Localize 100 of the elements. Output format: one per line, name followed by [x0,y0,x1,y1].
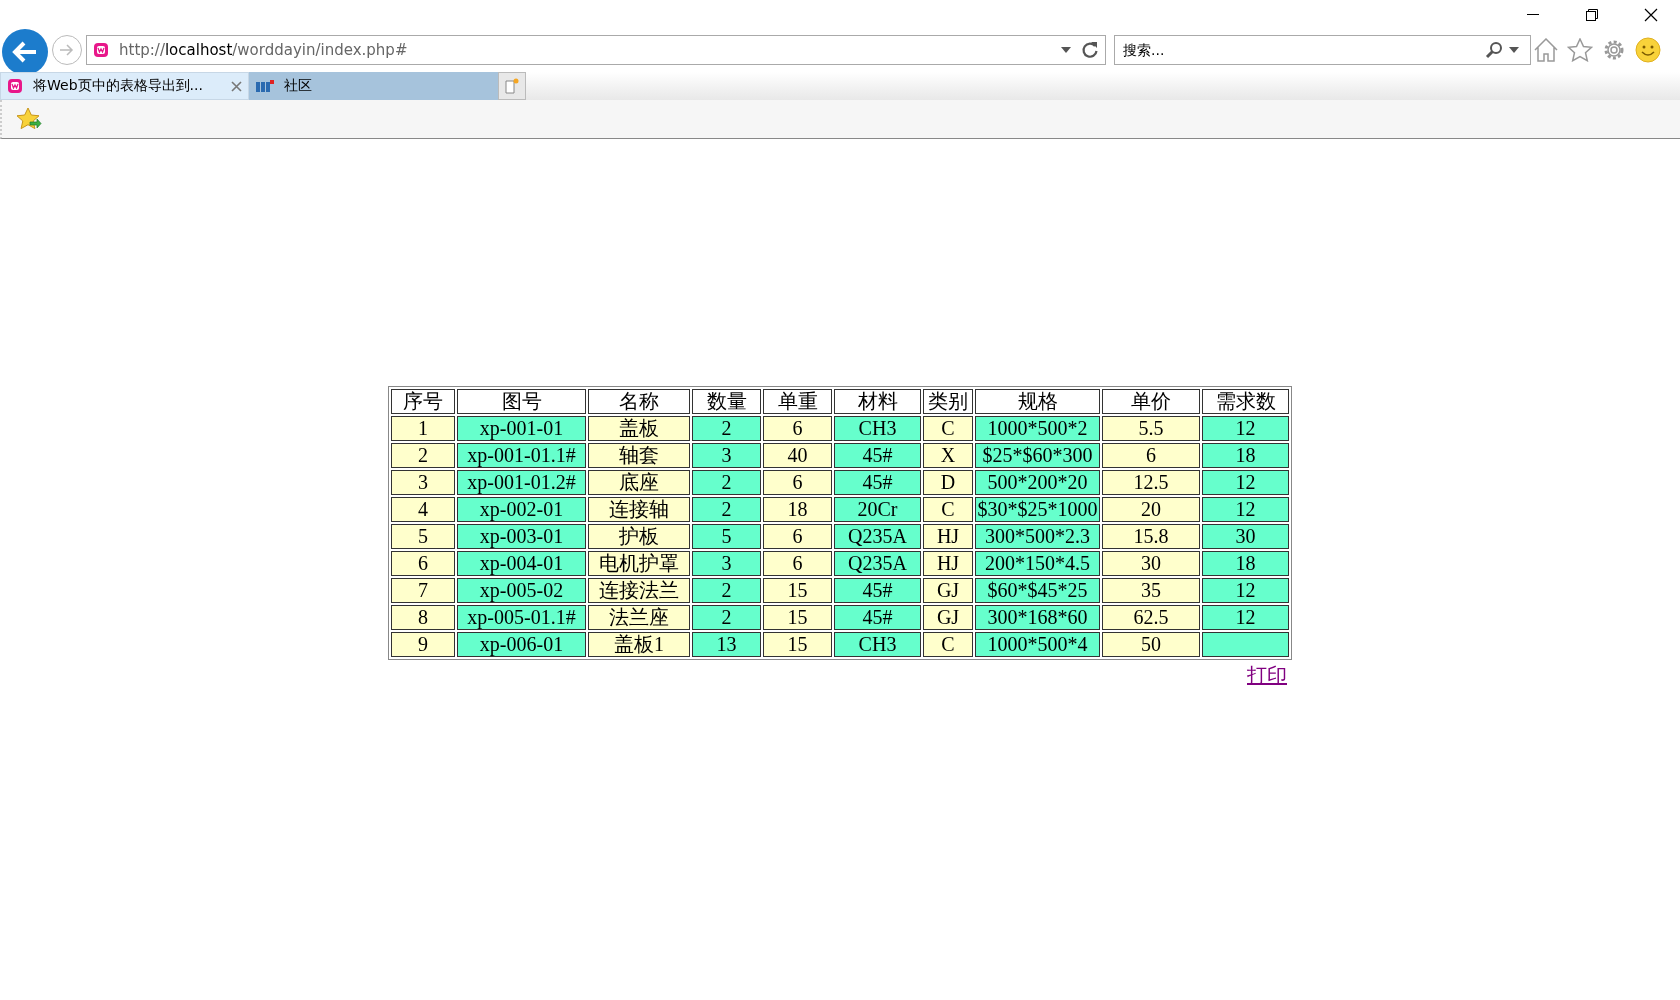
column-header: 数量 [692,389,761,414]
close-icon[interactable] [1643,8,1658,22]
column-header: 名称 [588,389,690,414]
table-cell: 45# [834,605,921,630]
table-cell: 6 [1102,443,1200,468]
forward-arrow-icon [59,43,75,57]
table-cell: 5 [692,524,761,549]
table-cell: 20Cr [834,497,921,522]
url-text: http://localhost/worddayin/index.php# [119,41,409,59]
column-header: 单价 [1102,389,1200,414]
table-cell: 5.5 [1102,416,1200,441]
close-tab-icon[interactable] [231,80,242,92]
site-icon [7,78,23,94]
table-cell: 12 [1202,578,1289,603]
table-cell: D [923,470,973,495]
table-cell: $25*$60*300 [975,443,1100,468]
table-cell: 15 [763,632,832,657]
table-cell: X [923,443,973,468]
table-cell: 7 [391,578,455,603]
table-cell: 45# [834,470,921,495]
table-cell: 18 [1202,551,1289,576]
table-cell: $30*$25*1000 [975,497,1100,522]
table-cell: xp-004-01 [457,551,586,576]
table-cell: 12 [1202,605,1289,630]
search-field[interactable]: 搜索... [1114,35,1531,65]
home-icon[interactable] [1533,38,1559,62]
table-cell: 5 [391,524,455,549]
table-cell: 12 [1202,497,1289,522]
print-link[interactable]: 打印 [1247,662,1293,689]
table-cell: Q235A [834,551,921,576]
table-cell: xp-001-01.2# [457,470,586,495]
minimize-icon[interactable] [1526,14,1539,16]
table-cell: 300*500*2.3 [975,524,1100,549]
column-header: 单重 [763,389,832,414]
table-cell: 500*200*20 [975,470,1100,495]
star-icon[interactable] [1567,38,1593,62]
table-cell: 20 [1102,497,1200,522]
table-cell: GJ [923,605,973,630]
table-cell: 62.5 [1102,605,1200,630]
table-cell: 3 [391,470,455,495]
table-cell: xp-003-01 [457,524,586,549]
add-favorite-icon[interactable] [16,107,42,131]
table-cell: 3 [692,551,761,576]
table-cell: 13 [692,632,761,657]
column-header: 图号 [457,389,586,414]
table-cell: 2 [692,605,761,630]
restore-icon[interactable] [1585,9,1598,21]
table-cell: 电机护罩 [588,551,690,576]
table-cell: xp-005-01.1# [457,605,586,630]
table-cell: $60*$45*25 [975,578,1100,603]
table-cell: 6 [763,524,832,549]
table-cell: 30 [1202,524,1289,549]
refresh-icon[interactable] [1081,41,1099,59]
table-cell: 轴套 [588,443,690,468]
table-cell: 2 [692,578,761,603]
table-cell: 连接轴 [588,497,690,522]
browser-tab[interactable]: 将Web页中的表格导出到... [0,72,249,100]
table-cell: 50 [1102,632,1200,657]
table-cell: Q235A [834,524,921,549]
table-cell: 8 [391,605,455,630]
table-cell: HJ [923,524,973,549]
table-cell: 6 [763,551,832,576]
table-cell: 15 [763,578,832,603]
table-cell: HJ [923,551,973,576]
table-cell: xp-006-01 [457,632,586,657]
table-cell: 6 [763,470,832,495]
back-arrow-icon [12,41,38,63]
table-cell: 40 [763,443,832,468]
smiley-icon[interactable] [1635,37,1661,63]
table-cell: 45# [834,578,921,603]
table-cell: 6 [763,416,832,441]
column-header: 需求数 [1202,389,1289,414]
back-button[interactable] [2,29,48,75]
dropdown-icon[interactable] [1061,47,1071,53]
address-field[interactable]: http://localhost/worddayin/index.php# [86,35,1106,65]
column-header: 材料 [834,389,921,414]
table-cell: 18 [1202,443,1289,468]
table-cell: CH3 [834,416,921,441]
table-cell: 1000*500*2 [975,416,1100,441]
table-cell: 2 [692,416,761,441]
table-cell: 护板 [588,524,690,549]
table-cell: 45# [834,443,921,468]
table-cell: 200*150*4.5 [975,551,1100,576]
table-cell: 18 [763,497,832,522]
table-cell: 15 [763,605,832,630]
table-cell: 9 [391,632,455,657]
browser-tab[interactable]: 社区 [249,72,498,100]
table-cell: C [923,632,973,657]
table-cell: 盖板1 [588,632,690,657]
table-cell: C [923,497,973,522]
column-header: 类别 [923,389,973,414]
site-icon [256,80,274,92]
table-cell: C [923,416,973,441]
table-cell: CH3 [834,632,921,657]
column-header: 序号 [391,389,455,414]
table-cell: 300*168*60 [975,605,1100,630]
table-cell: 15.8 [1102,524,1200,549]
table-cell: 2 [692,497,761,522]
site-icon [93,42,109,58]
table-cell: 底座 [588,470,690,495]
